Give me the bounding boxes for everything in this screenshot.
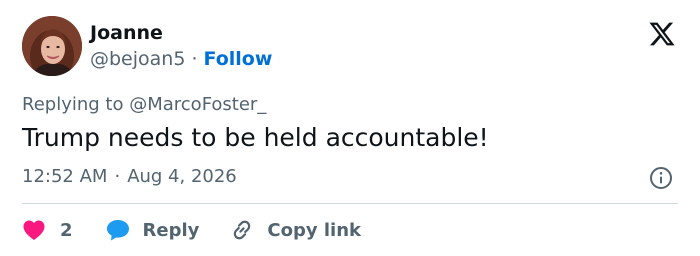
author-handle[interactable]: @bejoan5 xyxy=(90,48,185,70)
copy-link-label: Copy link xyxy=(267,219,361,241)
heart-icon xyxy=(23,220,45,240)
action-bar: 2 Reply Copy link xyxy=(22,215,361,245)
handle-separator: · xyxy=(191,48,198,70)
reply-bubble-icon xyxy=(106,220,129,241)
replying-to-handle[interactable]: @MarcoFoster_ xyxy=(129,94,266,115)
replying-to-line: Replying to @MarcoFoster_ xyxy=(22,94,266,115)
replying-to-prefix: Replying to xyxy=(22,94,124,115)
link-icon xyxy=(234,220,251,240)
info-icon[interactable] xyxy=(649,166,673,190)
copy-link-button[interactable]: Copy link xyxy=(229,217,361,243)
avatar-image xyxy=(22,16,82,76)
author-handle-line: @bejoan5 · Follow xyxy=(90,48,272,70)
timestamp-separator: · xyxy=(114,166,121,187)
reply-label: Reply xyxy=(142,219,200,241)
divider xyxy=(22,203,678,204)
like-button[interactable]: 2 xyxy=(22,219,73,241)
tweet-text: Trump needs to be held accountable! xyxy=(22,123,489,152)
follow-button[interactable]: Follow xyxy=(203,48,272,70)
tweet-timestamp[interactable]: 12:52 AM · Aug 4, 2026 xyxy=(22,166,237,187)
tweet-embed-card: Joanne @bejoan5 · Follow Replying to @Marc… xyxy=(0,0,700,256)
tweet-time: 12:52 AM xyxy=(22,166,108,187)
like-count: 2 xyxy=(60,219,73,241)
x-logo-icon[interactable] xyxy=(648,20,676,48)
reply-button[interactable]: Reply xyxy=(105,218,200,242)
tweet-date: Aug 4, 2026 xyxy=(127,166,237,187)
author-name[interactable]: Joanne xyxy=(90,22,163,44)
avatar[interactable] xyxy=(22,16,82,76)
